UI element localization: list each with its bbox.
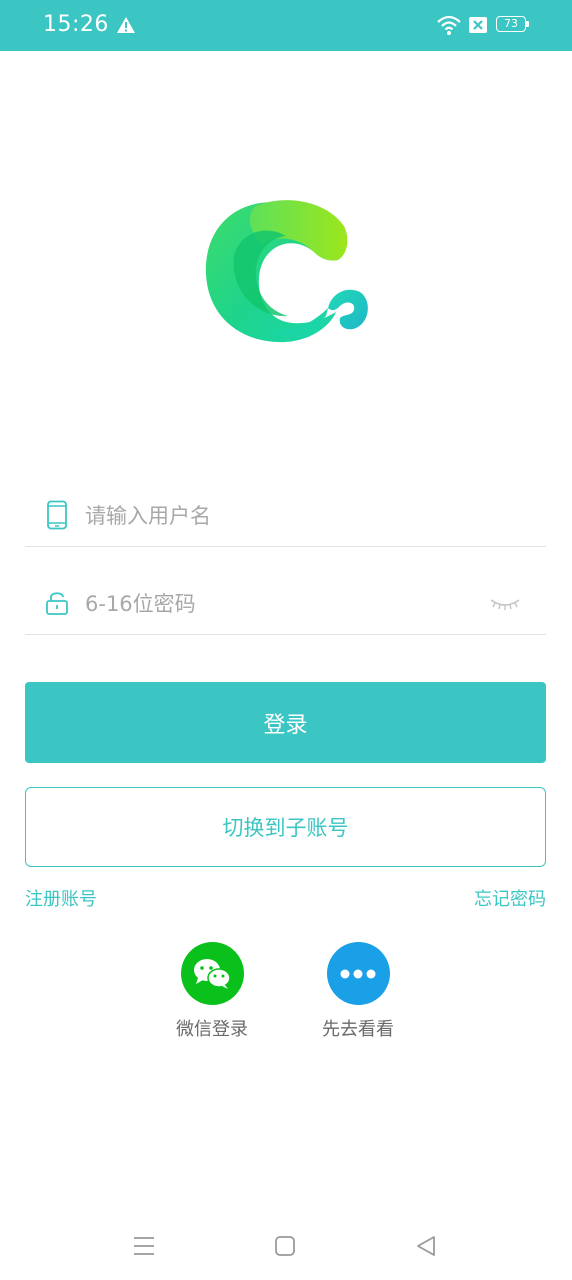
wechat-icon	[194, 958, 231, 989]
username-field[interactable]: 请输入用户名	[25, 458, 546, 547]
sim-disabled-icon	[469, 17, 487, 33]
password-placeholder: 6-16位密码	[85, 592, 196, 616]
browse-first-button[interactable]: 先去看看	[308, 942, 408, 1041]
wifi-icon	[437, 15, 461, 35]
forgot-password-link[interactable]: 忘记密码	[474, 885, 546, 911]
more-dots-icon	[340, 969, 376, 978]
browse-first-label: 先去看看	[322, 1019, 394, 1040]
home-icon[interactable]	[275, 1236, 295, 1256]
password-field[interactable]: 6-16位密码	[25, 546, 546, 635]
warning-icon	[117, 17, 135, 33]
menu-icon[interactable]	[133, 1236, 155, 1256]
back-icon[interactable]	[415, 1235, 437, 1257]
battery-icon: 73	[496, 16, 530, 34]
battery-level: 73	[496, 16, 526, 32]
status-time: 15:26	[43, 12, 109, 37]
wechat-login-button[interactable]: 微信登录	[162, 942, 262, 1041]
wechat-login-label: 微信登录	[176, 1019, 248, 1040]
app-logo	[205, 200, 368, 343]
status-bar: 15:26 73	[0, 0, 572, 51]
system-nav-bar	[0, 1210, 572, 1280]
browse-circle[interactable]	[326, 942, 390, 1005]
register-link[interactable]: 注册账号	[25, 885, 97, 911]
username-placeholder: 请输入用户名	[85, 504, 211, 528]
wechat-circle[interactable]	[180, 942, 244, 1005]
login-button[interactable]: 登录	[25, 682, 546, 763]
lock-icon	[46, 592, 68, 615]
eye-closed-icon[interactable]	[489, 596, 521, 612]
phone-icon	[47, 500, 67, 530]
switch-sub-account-button[interactable]: 切换到子账号	[25, 787, 546, 867]
